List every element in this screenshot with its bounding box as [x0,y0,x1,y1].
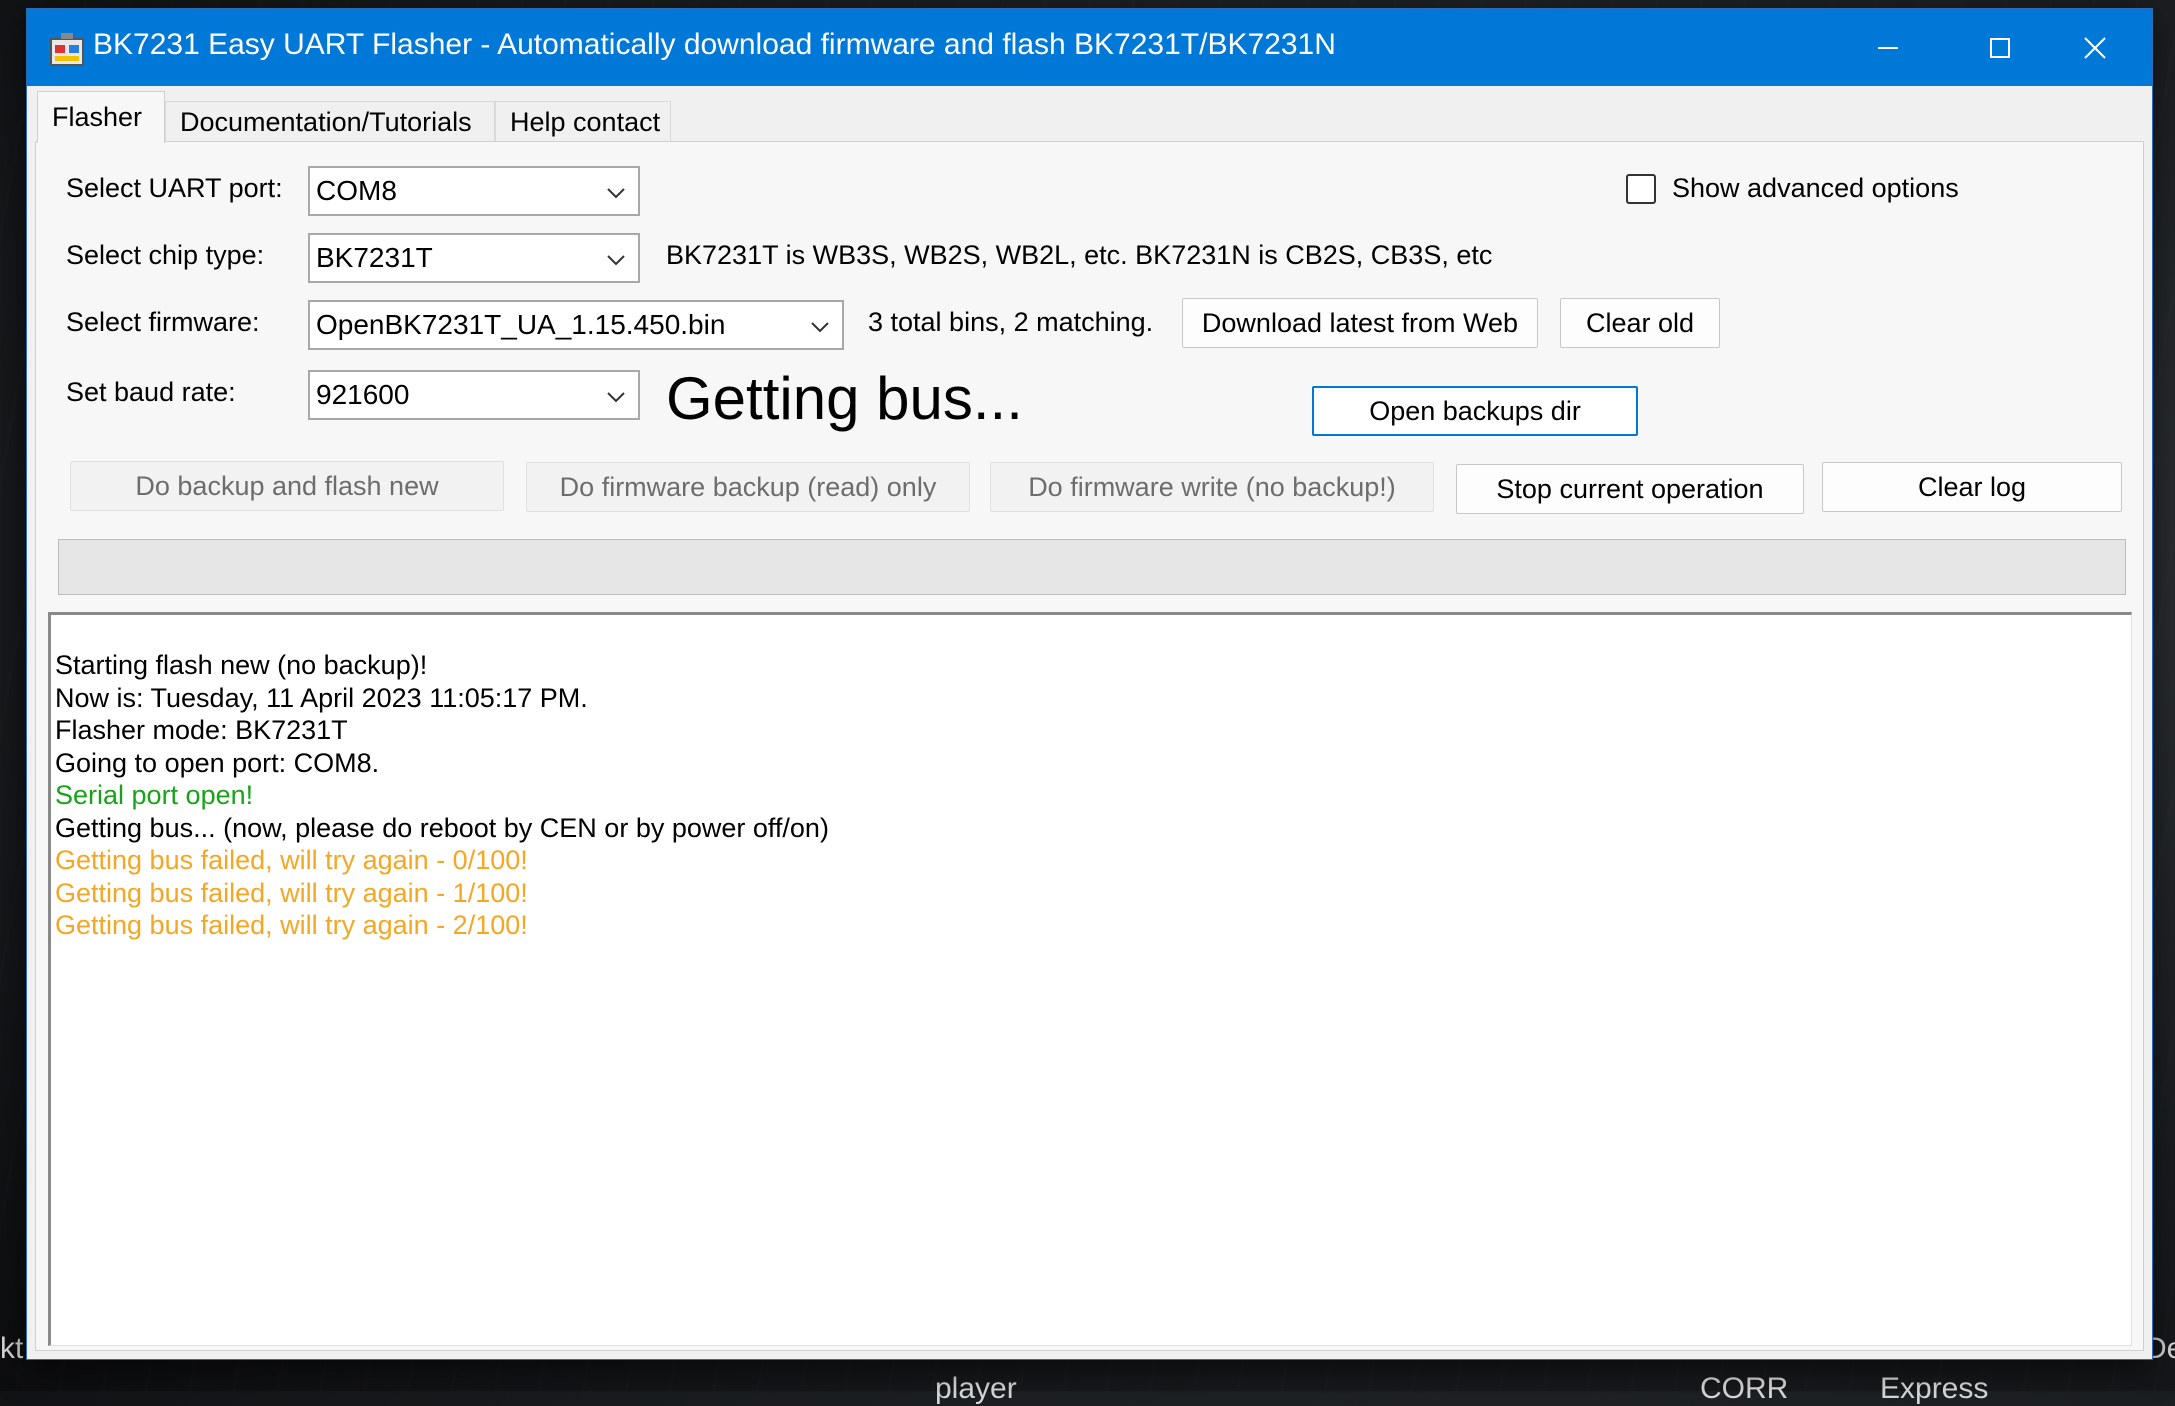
chip-info-text: BK7231T is WB3S, WB2S, WB2L, etc. BK7231… [666,240,1493,270]
log-line: Getting bus failed, will try again - 2/1… [55,910,528,940]
log-line: Getting bus... (now, please do reboot by… [55,812,829,843]
firmware-select[interactable]: OpenBK7231T_UA_1.15.450.bin [308,300,844,350]
log-line: Getting bus failed, will try again - 0/1… [55,845,528,875]
clear-log-button[interactable]: Clear log [1822,462,2122,512]
chip-type-select[interactable]: BK7231T [308,233,640,283]
tab-help-contact[interactable]: Help contact [495,101,671,142]
desktop-icon-label[interactable]: Express [1880,1372,1988,1406]
close-icon [2084,36,2106,59]
window-title: BK7231 Easy UART Flasher - Automatically… [93,28,1336,61]
close-button[interactable] [2039,9,2151,86]
log-line: Going to open port: COM8. [55,747,380,778]
baud-rate-value: 921600 [316,379,410,410]
app-icon [50,33,84,66]
tab-flasher[interactable]: Flasher [37,91,165,143]
open-backups-button[interactable]: Open backups dir [1312,386,1638,436]
backup-and-flash-button[interactable]: Do backup and flash new [70,461,504,511]
log-line: Now is: Tuesday, 11 April 2023 11:05:17 … [55,682,588,713]
chip-type-label: Select chip type: [66,240,265,270]
tab-documentation[interactable]: Documentation/Tutorials [165,101,495,142]
download-latest-button[interactable]: Download latest from Web [1182,298,1538,348]
firmware-info-text: 3 total bins, 2 matching. [868,307,1154,337]
flasher-tab-page: Select UART port: COM8 Show advanced opt… [35,141,2144,1351]
progress-bar [58,539,2126,595]
clear-old-button[interactable]: Clear old [1560,298,1720,348]
desktop-icon-label[interactable]: kt [0,1332,23,1366]
uart-port-label: Select UART port: [66,173,283,203]
chevron-down-icon [607,392,625,403]
stop-operation-button[interactable]: Stop current operation [1456,464,1804,514]
write-only-button[interactable]: Do firmware write (no backup!) [990,462,1434,512]
advanced-options-label[interactable]: Show advanced options [1672,173,1959,204]
uart-port-select[interactable]: COM8 [308,166,640,216]
log-line: Getting bus failed, will try again - 1/1… [55,877,528,908]
advanced-options-checkbox[interactable] [1626,174,1656,204]
minimize-button[interactable] [1832,9,1944,86]
minimize-icon [1878,46,1898,49]
chevron-down-icon [607,188,625,199]
baud-rate-label: Set baud rate: [66,377,236,407]
chevron-down-icon [607,255,625,266]
firmware-label: Select firmware: [66,307,260,337]
status-text: Getting bus... [666,365,1023,432]
chip-type-value: BK7231T [316,242,433,273]
chevron-down-icon [811,322,829,333]
uart-port-value: COM8 [316,175,397,206]
log-line: Flasher mode: BK7231T [55,715,348,745]
desktop-icon-label[interactable]: player [935,1372,1017,1406]
maximize-icon [1990,37,2010,58]
flasher-window: BK7231 Easy UART Flasher - Automatically… [26,8,2153,1360]
desktop-icon-label[interactable]: CORR [1700,1372,1788,1406]
backup-only-button[interactable]: Do firmware backup (read) only [526,462,970,512]
log-output[interactable]: Starting flash new (no backup)! Now is: T… [48,612,2132,1346]
log-line: Starting flash new (no backup)! [55,650,428,680]
tab-strip: Flasher Documentation/Tutorials Help con… [27,86,2152,143]
baud-rate-select[interactable]: 921600 [308,370,640,420]
firmware-value: OpenBK7231T_UA_1.15.450.bin [316,309,726,340]
log-line: Serial port open! [55,780,254,810]
title-bar[interactable]: BK7231 Easy UART Flasher - Automatically… [27,9,2152,86]
